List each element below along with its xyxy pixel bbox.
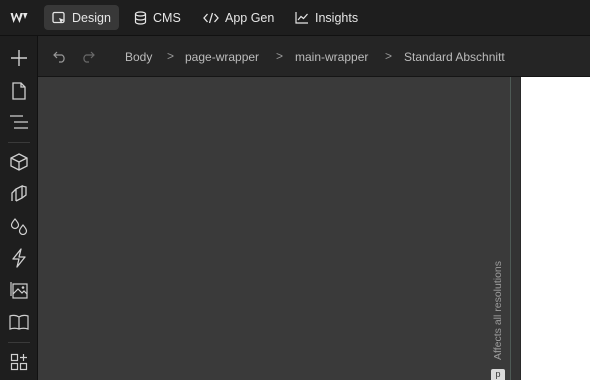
designer-app: Design CMS App Gen Insights Body > page-… — [0, 0, 590, 380]
canvas-resize-edge[interactable] — [510, 77, 521, 380]
webflow-logo[interactable] — [0, 0, 38, 36]
breadcrumb-page-wrapper[interactable]: page-wrapper — [185, 50, 259, 64]
undo-button[interactable] — [52, 49, 68, 65]
tab-design[interactable]: Design — [44, 5, 119, 30]
breadcrumb-main-wrapper[interactable]: main-wrapper — [295, 50, 368, 64]
redo-button[interactable] — [80, 49, 96, 65]
tab-app-gen-label: App Gen — [225, 10, 275, 25]
breadcrumb-separator: > — [276, 49, 284, 63]
tab-insights-label: Insights — [315, 10, 359, 25]
top-bar: Design CMS App Gen Insights — [0, 0, 590, 36]
breadcrumb-separator: > — [167, 49, 175, 63]
tab-design-label: Design — [72, 10, 111, 25]
left-rail — [0, 36, 38, 380]
breadcrumb-separator: > — [385, 49, 393, 63]
design-icon — [52, 11, 65, 23]
tab-insights[interactable]: Insights — [287, 5, 366, 30]
design-canvas[interactable] — [38, 77, 510, 380]
navigator-icon[interactable] — [7, 110, 31, 134]
styles-icon[interactable] — [7, 182, 31, 206]
apps-icon[interactable] — [7, 350, 31, 374]
variables-icon[interactable] — [7, 214, 31, 238]
page-preview[interactable] — [521, 77, 590, 380]
database-icon — [134, 10, 147, 25]
tab-app-gen[interactable]: App Gen — [195, 5, 282, 30]
tab-cms[interactable]: CMS — [126, 5, 189, 30]
rail-divider-2 — [8, 342, 30, 343]
affects-all-resolutions-note: Affects all resolutions — [492, 260, 504, 360]
tab-cms-label: CMS — [153, 10, 181, 25]
assets-icon[interactable] — [7, 278, 31, 302]
pages-icon[interactable] — [7, 79, 31, 103]
add-icon[interactable] — [7, 46, 31, 70]
components-icon[interactable] — [7, 150, 31, 174]
breadcrumb-body[interactable]: Body — [125, 50, 152, 64]
rail-divider — [8, 142, 30, 143]
note-chip: p — [491, 369, 505, 380]
breadcrumb-bar: Body > page-wrapper > main-wrapper > Sta… — [38, 36, 590, 77]
redo-icon — [83, 51, 95, 63]
chart-icon — [295, 12, 308, 24]
breadcrumb-standard-abschnitt[interactable]: Standard Abschnitt — [404, 50, 505, 64]
code-icon — [203, 12, 219, 23]
undo-icon — [53, 51, 65, 63]
library-icon[interactable] — [7, 310, 31, 334]
interactions-icon[interactable] — [7, 246, 31, 270]
